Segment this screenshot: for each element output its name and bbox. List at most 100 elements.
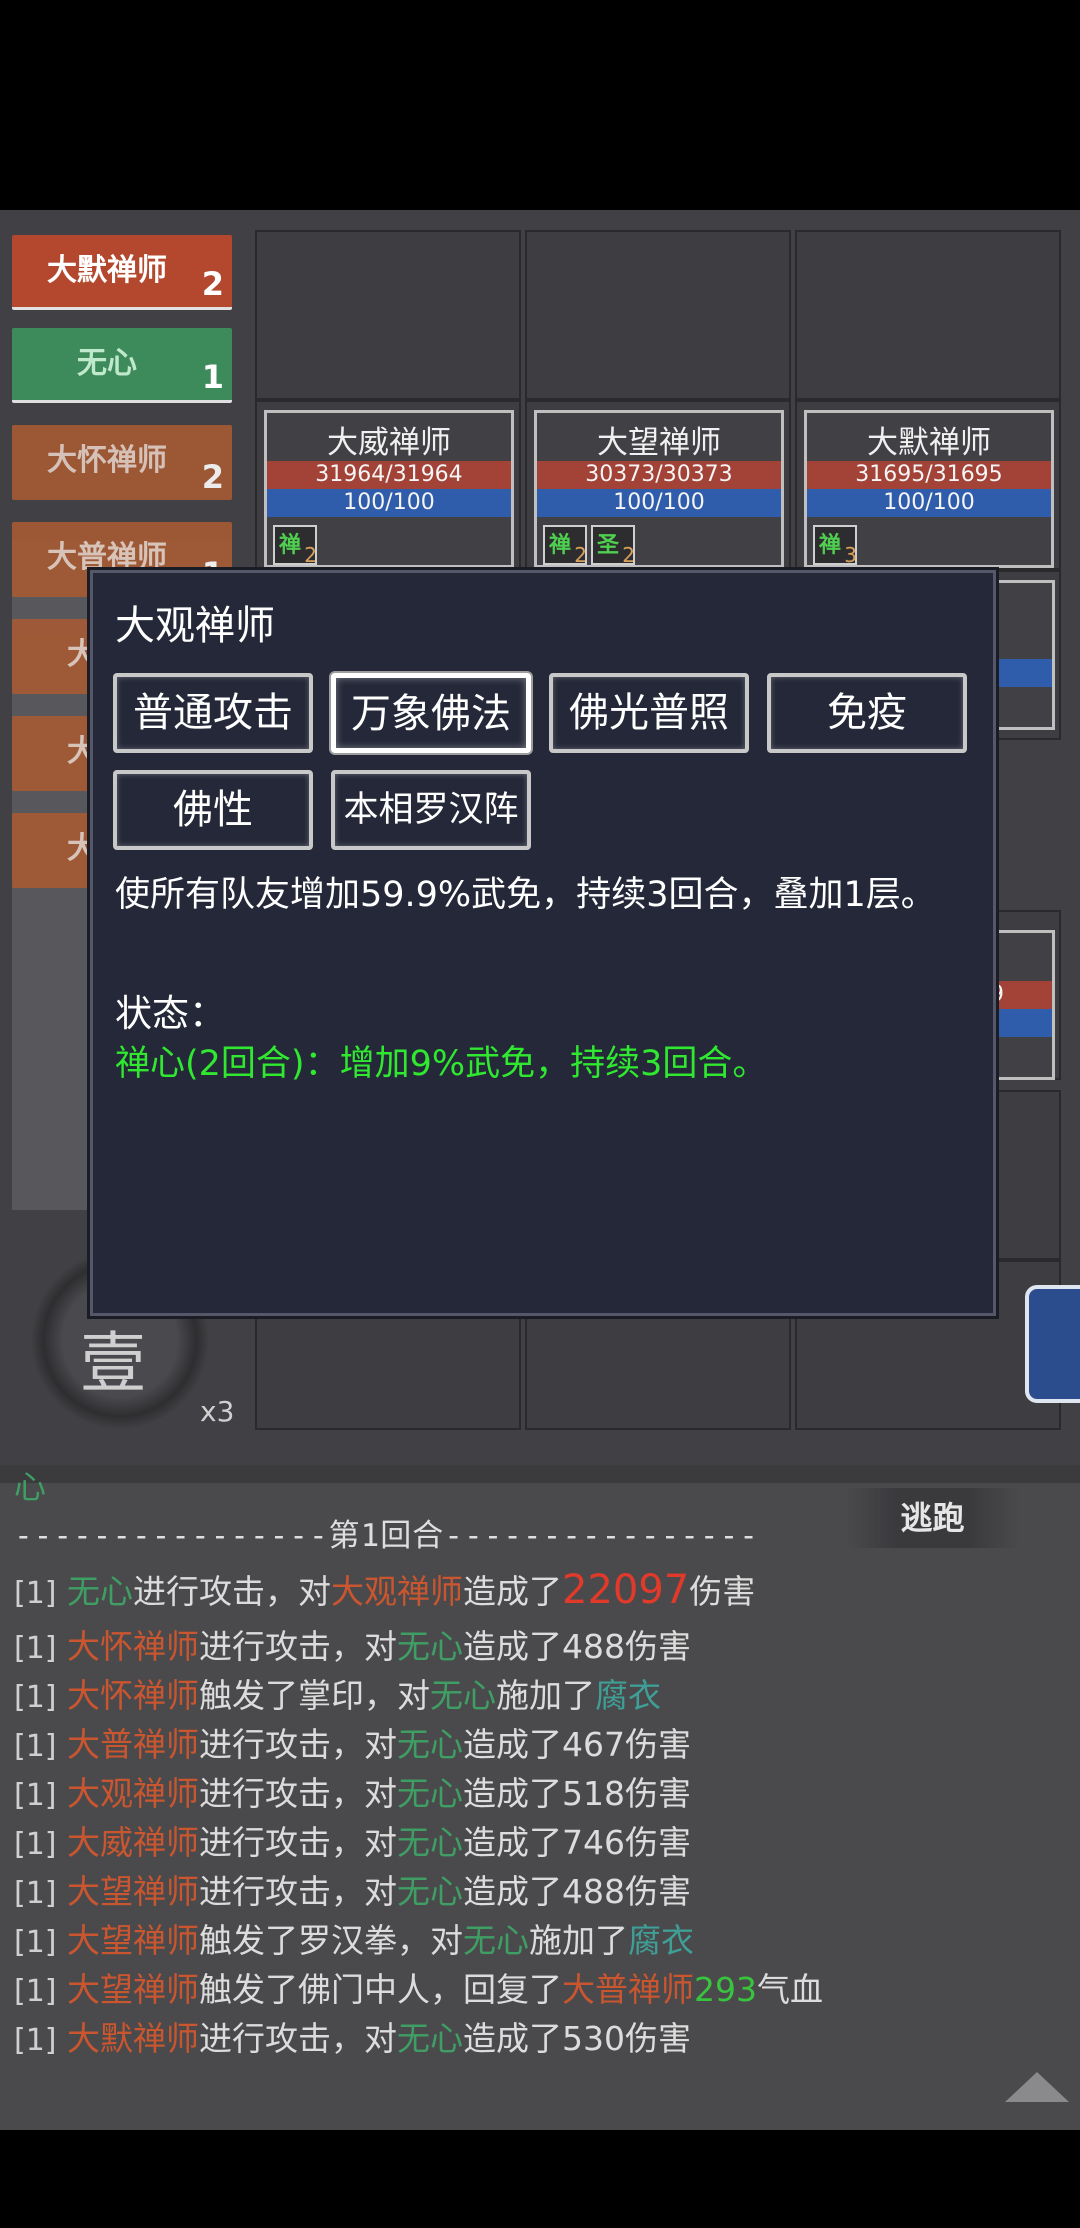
log-target: 无心 [397, 1725, 463, 1764]
buff-chan[interactable]: 禅 2 [273, 525, 317, 567]
buff-count: 2 [304, 543, 317, 567]
log-target: 大普禅师 [562, 1970, 694, 2009]
log-target: 无心 [397, 1872, 463, 1911]
log-verb: 进行攻击，对 [199, 2019, 397, 2058]
log-entry: [1] 大望禅师进行攻击，对无心造成了488伤害 [14, 1865, 691, 1913]
unit-name: 大威禅师 [327, 425, 451, 461]
log-index: [1] [14, 2023, 57, 2058]
log-actor: 无心 [67, 1572, 133, 1611]
log-index: [1] [14, 1576, 57, 1611]
log-target: 无心 [463, 1921, 529, 1960]
log-actor: 大望禅师 [67, 1970, 199, 2009]
unit-name: 大默禅师 [867, 425, 991, 461]
log-entry: [1] 大威禅师进行攻击，对无心造成了746伤害 [14, 1816, 691, 1864]
mp-bar: 100/100 [807, 489, 1051, 517]
log-index: [1] [14, 1631, 57, 1666]
log-verb: 进行攻击，对 [199, 1774, 397, 1813]
buff-label: 禅 [819, 533, 842, 558]
log-verb: 造成了467伤害 [463, 1725, 691, 1764]
log-index: [1] [14, 1876, 57, 1911]
log-target: 无心 [397, 2019, 463, 2058]
buff-count: 2 [622, 543, 635, 567]
scroll-up-icon[interactable] [1005, 2072, 1069, 2102]
flee-button[interactable]: 逃跑 [845, 1488, 1020, 1548]
unit-card-dawei[interactable]: 大威禅师 31964/31964 100/100 禅 2 [264, 410, 514, 568]
log-verb: 施加了 [496, 1676, 595, 1715]
roster-name: 大怀禅师 [47, 443, 167, 478]
skill-button-wanxiang[interactable]: 万象佛法 [331, 673, 531, 753]
skill-button-immune[interactable]: 免疫 [767, 673, 967, 753]
status-label: 状态： [115, 992, 226, 1035]
buff-row: 禅 2 圣 2 [537, 517, 781, 567]
log-verb: 进行攻击，对 [199, 1872, 397, 1911]
roster-count: 2 [201, 265, 224, 303]
log-entry: [1] 大普禅师进行攻击，对无心造成了467伤害 [14, 1718, 691, 1766]
hp-bar: 31695/31695 [807, 461, 1051, 489]
log-index: [1] [14, 1974, 57, 2009]
bottom-bar [0, 2130, 1080, 2228]
roster-name: 大默禅师 [47, 253, 167, 288]
log-entry: [1] 大怀禅师进行攻击，对无心造成了488伤害 [14, 1620, 691, 1668]
log-verb: 触发了罗汉拳，对 [199, 1921, 463, 1960]
grid-cell[interactable] [525, 230, 791, 400]
roster-count: 2 [201, 458, 224, 496]
roster-item-dahuai[interactable]: 大怀禅师 2 [12, 425, 232, 500]
buff-label: 禅 [279, 533, 302, 558]
log-verb: 造成了488伤害 [463, 1627, 691, 1666]
unit-card-dawang[interactable]: 大望禅师 30373/30373 100/100 禅 2 圣 2 [534, 410, 784, 568]
log-debuff: 腐衣 [628, 1921, 694, 1960]
buff-chan[interactable]: 禅 2 [543, 525, 587, 567]
log-entry: [1] 大怀禅师触发了掌印，对无心施加了腐衣 [14, 1669, 661, 1717]
buff-row: 禅 2 [267, 517, 511, 567]
hp-bar: 31964/31964 [267, 461, 511, 489]
log-verb: 造成了488伤害 [463, 1872, 691, 1911]
unit-name: 大望禅师 [597, 425, 721, 461]
log-index: [1] [14, 1827, 57, 1862]
log-actor: 大观禅师 [67, 1774, 199, 1813]
log-verb: 触发了掌印，对 [199, 1676, 430, 1715]
log-verb: 进行攻击，对 [199, 1725, 397, 1764]
log-actor: 大默禅师 [67, 2019, 199, 2058]
grid-cell[interactable] [795, 230, 1061, 400]
avatar-count: x3 [200, 1395, 235, 1428]
log-entry: [1] 无心进行攻击，对大观禅师造成了22097伤害 [14, 1565, 755, 1613]
log-damage: 22097 [562, 1567, 690, 1613]
log-verb: 进行攻击，对 [199, 1627, 397, 1666]
unit-card-damo[interactable]: 大默禅师 31695/31695 100/100 禅 3 [804, 410, 1054, 568]
log-verb: 造成了530伤害 [463, 2019, 691, 2058]
skill-popup: 大观禅师 普通攻击 万象佛法 佛光普照 免疫 佛性 本相罗汉阵 使所有队友增加5… [90, 570, 996, 1316]
log-index: [1] [14, 1778, 57, 1813]
skill-button-benxiang[interactable]: 本相罗汉阵 [331, 770, 531, 850]
log-verb: 伤害 [689, 1572, 756, 1611]
buff-sheng[interactable]: 圣 2 [591, 525, 635, 567]
round-divider: ----------------第1回合---------------- [14, 1518, 759, 1554]
log-actor: 大怀禅师 [67, 1627, 199, 1666]
skill-button-normal-attack[interactable]: 普通攻击 [113, 673, 313, 753]
log-debuff: 腐衣 [595, 1676, 661, 1715]
hp-bar: 30373/30373 [537, 461, 781, 489]
log-actor: 大怀禅师 [67, 1676, 199, 1715]
log-index: [1] [14, 1729, 57, 1764]
log-entry: [1] 大望禅师触发了罗汉拳，对无心施加了腐衣 [14, 1914, 694, 1962]
roster-item-wuxin[interactable]: 无心 1 [12, 328, 232, 403]
log-divider [0, 1465, 1080, 1483]
buff-count: 2 [574, 543, 587, 567]
buff-count: 3 [844, 543, 857, 567]
skill-button-foxing[interactable]: 佛性 [113, 770, 313, 850]
log-actor: 大威禅师 [67, 1823, 199, 1862]
log-partial-line: 心 [14, 1468, 47, 1506]
log-entry: [1] 大默禅师进行攻击，对无心造成了530伤害 [14, 2012, 691, 2060]
buff-chan[interactable]: 禅 3 [813, 525, 857, 567]
buff-label: 禅 [549, 533, 572, 558]
log-index: [1] [14, 1680, 57, 1715]
book-icon[interactable] [1025, 1285, 1080, 1403]
avatar-char: 壹 [80, 1325, 146, 1402]
log-actor: 大望禅师 [67, 1872, 199, 1911]
log-heal-amount: 293 [694, 1970, 757, 2009]
log-entry: [1] 大望禅师触发了佛门中人，回复了大普禅师293气血 [14, 1963, 823, 2011]
roster-name: 无心 [77, 346, 137, 381]
skill-button-foguang[interactable]: 佛光普照 [549, 673, 749, 753]
log-verb: 施加了 [529, 1921, 628, 1960]
roster-item-damo[interactable]: 大默禅师 2 [12, 235, 232, 310]
grid-cell[interactable] [255, 230, 521, 400]
